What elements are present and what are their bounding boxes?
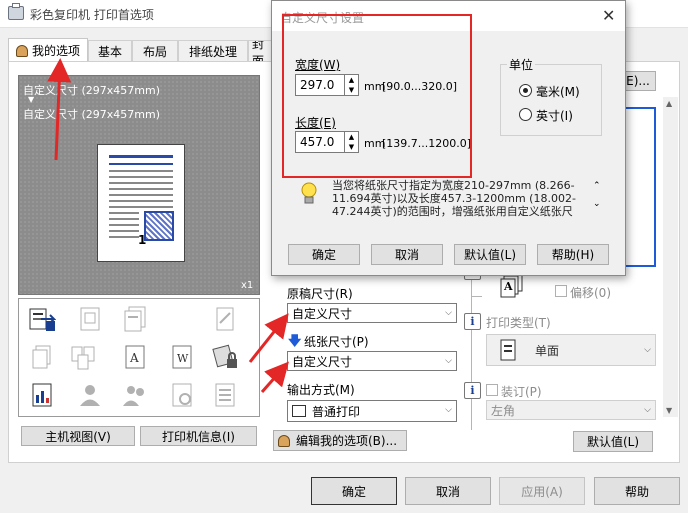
annotation-arrow-tab <box>47 58 72 161</box>
annotation-arrows <box>47 58 289 393</box>
annotation-arrow-original <box>248 313 289 363</box>
annotation-arrow-paper <box>260 361 289 393</box>
